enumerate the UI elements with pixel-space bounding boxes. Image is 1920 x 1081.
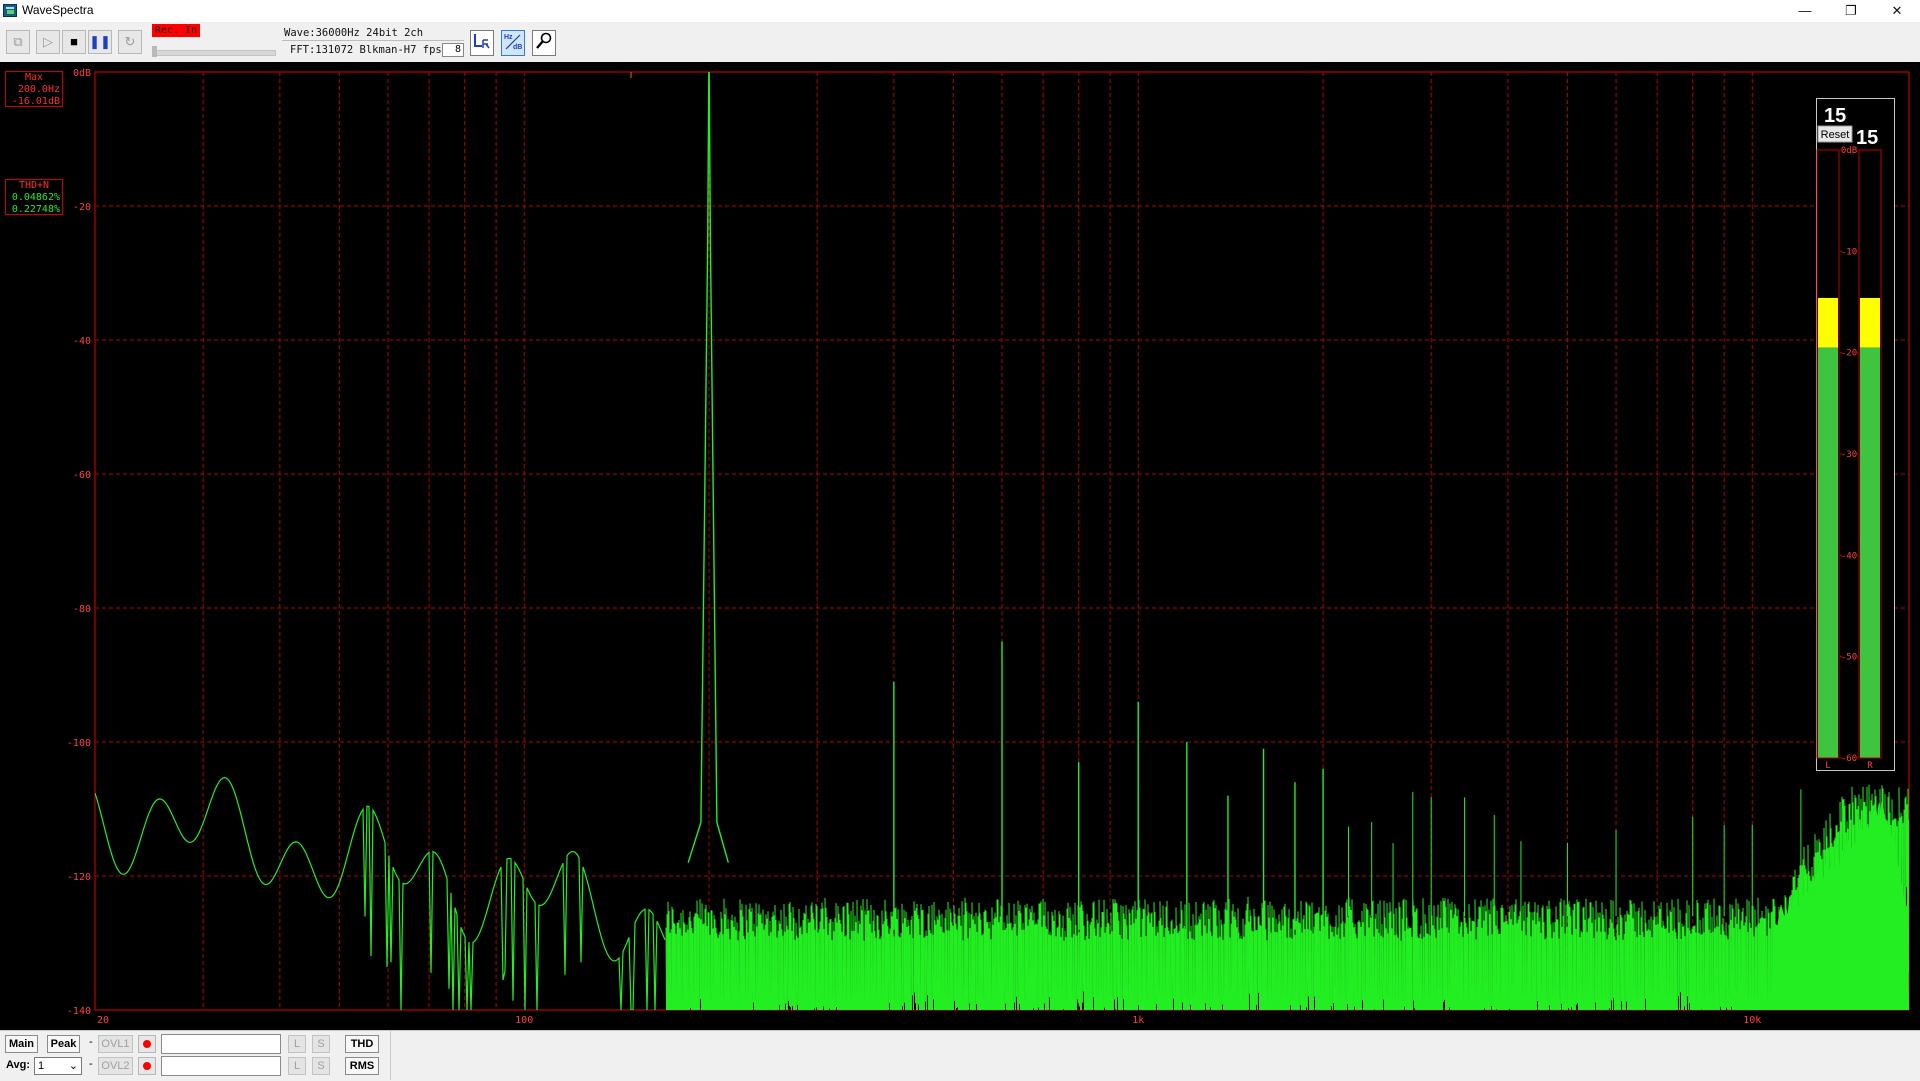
max-title: Max <box>24 72 44 83</box>
hz-db-scale-button[interactable]: Hz dB <box>501 30 525 56</box>
rec-level-slider-thumb[interactable] <box>152 46 157 57</box>
loop-button[interactable]: ↻ <box>118 30 142 54</box>
record-ovl1-button[interactable] <box>138 1035 156 1053</box>
stop-icon: ■ <box>70 34 78 49</box>
rms-button[interactable]: RMS <box>345 1057 379 1075</box>
meter-scale-label: -60 <box>1841 754 1857 764</box>
y-axis-labels: 0dB -20 -40 -60 -80 -100 -120 -140 <box>67 68 91 1017</box>
y-tick-label: -140 <box>67 1006 91 1017</box>
play-icon: ▷ <box>43 34 53 49</box>
meter-left-bar <box>1818 347 1838 758</box>
restore-button[interactable]: ❐ <box>1828 0 1874 22</box>
thd-value-1: 0.04862% <box>11 192 60 203</box>
meter-left-peak <box>1818 297 1838 348</box>
play-button[interactable]: ▷ <box>36 30 60 54</box>
y-tick-label: -20 <box>73 202 91 213</box>
thd-button[interactable]: THD <box>345 1035 379 1053</box>
x-tick-label: 10k <box>1743 1015 1761 1026</box>
meter-scale-label: -10 <box>1841 247 1857 257</box>
record-dot-icon <box>143 1062 151 1070</box>
y-tick-label: -60 <box>73 470 91 481</box>
y-tick-label: -120 <box>67 872 91 883</box>
level-meter: 15 15 Reset 0dB -10 -20 -30 -40 -50 -60 L R <box>1816 98 1895 771</box>
info-divider <box>282 40 464 41</box>
dash-separator-1: - <box>89 1036 93 1048</box>
ovl2-text-field[interactable] <box>161 1056 281 1076</box>
spectrum-noise-floor <box>665 784 1909 1010</box>
fps-field[interactable]: 8 <box>442 43 464 57</box>
title-bar: WaveSpectra — ❐ ✕ <box>0 0 1920 22</box>
y-tick-label: -100 <box>67 738 91 749</box>
wave-info: Wave:36000Hz 24bit 2ch <box>284 27 424 39</box>
fft-info: FFT:131072 Blkman-H7 fps: <box>290 44 449 56</box>
ovl1-l-button[interactable]: L <box>288 1035 306 1053</box>
avg-select[interactable]: 1 ⌄ <box>34 1057 82 1075</box>
meter-scale-label: 0dB <box>1841 146 1857 156</box>
meter-scale-label: -50 <box>1841 653 1857 663</box>
ovl2-l-button[interactable]: L <box>288 1057 306 1075</box>
x-tick-label: 100 <box>515 1015 533 1026</box>
record-ovl2-button[interactable] <box>138 1057 156 1075</box>
dash-separator-2: - <box>89 1058 93 1070</box>
meter-reset-label[interactable]: Reset <box>1821 129 1850 141</box>
meter-right-bar <box>1860 347 1880 758</box>
fundamental-peak <box>687 72 729 863</box>
peak-button[interactable]: Peak <box>47 1035 80 1053</box>
close-button[interactable]: ✕ <box>1874 0 1920 22</box>
meter-channel-right: R <box>1867 761 1873 771</box>
loop-icon: ↻ <box>124 34 136 49</box>
record-dot-icon <box>143 1040 151 1048</box>
y-tick-label: -40 <box>73 336 91 347</box>
x-tick-label: 20 <box>97 1015 109 1026</box>
meter-channel-left: L <box>1825 761 1830 771</box>
main-button[interactable]: Main <box>5 1035 38 1053</box>
meter-scale-label: -20 <box>1841 349 1857 359</box>
pause-button[interactable]: ❚❚ <box>88 30 112 54</box>
y-tick-label: 0dB <box>73 68 91 79</box>
ovl1-text-field[interactable] <box>161 1034 281 1054</box>
meter-scale-label: -30 <box>1841 450 1857 460</box>
max-readout: Max 200.0Hz -16.01dB <box>5 71 63 107</box>
spectrum-low-frequency-curve <box>95 776 666 1010</box>
ovl2-indicator[interactable]: OVL2 <box>98 1057 133 1075</box>
peak-hold-right: 15 <box>1856 127 1878 149</box>
ovl1-indicator[interactable]: OVL1 <box>98 1035 133 1053</box>
peak-hold-left: 15 <box>1824 105 1846 127</box>
hz-db-scale-icon: Hz dB <box>503 34 523 54</box>
max-frequency: 200.0Hz <box>17 84 60 95</box>
y-tick-label: -80 <box>73 604 91 615</box>
thd-readout: THD+N 0.04862% 0.22748% <box>5 179 63 215</box>
lr-channel-button[interactable] <box>470 30 494 56</box>
lr-channel-icon <box>472 34 492 54</box>
chevron-down-icon: ⌄ <box>68 1060 78 1072</box>
bottom-separator <box>390 1031 391 1080</box>
rec-in-indicator: Rec. In <box>152 24 200 37</box>
wavespectra-app-icon <box>3 4 17 17</box>
settings-button[interactable] <box>532 30 556 56</box>
copy-icon: ⧉ <box>13 34 23 49</box>
svg-text:dB: dB <box>513 44 522 51</box>
minimize-button[interactable]: — <box>1782 0 1828 22</box>
avg-label: Avg: <box>6 1059 31 1071</box>
x-tick-label: 1k <box>1132 1015 1144 1026</box>
pause-icon: ❚❚ <box>89 34 111 49</box>
copy-button[interactable]: ⧉ <box>6 30 30 54</box>
avg-value: 1 <box>38 1060 45 1072</box>
stop-button[interactable]: ■ <box>62 30 86 54</box>
settings-wrench-icon <box>534 32 554 54</box>
svg-text:Hz: Hz <box>504 34 513 41</box>
x-axis-labels: 20 100 1k 10k <box>97 1015 1761 1026</box>
max-level: -16.01dB <box>11 96 60 107</box>
ovl1-s-button[interactable]: S <box>312 1035 330 1053</box>
rec-level-slider[interactable] <box>152 50 276 56</box>
window-title: WaveSpectra <box>22 3 94 17</box>
thd-title: THD+N <box>18 180 50 191</box>
thd-value-2: 0.22748% <box>11 204 60 215</box>
spectrum-chart[interactable]: 0dB -20 -40 -60 -80 -100 -120 -140 20 100 1k 10k <box>0 62 1920 1030</box>
harmonic-peaks <box>687 72 1843 930</box>
meter-scale-label: -40 <box>1841 551 1857 561</box>
meter-right-peak <box>1860 297 1880 348</box>
ovl2-s-button[interactable]: S <box>312 1057 330 1075</box>
